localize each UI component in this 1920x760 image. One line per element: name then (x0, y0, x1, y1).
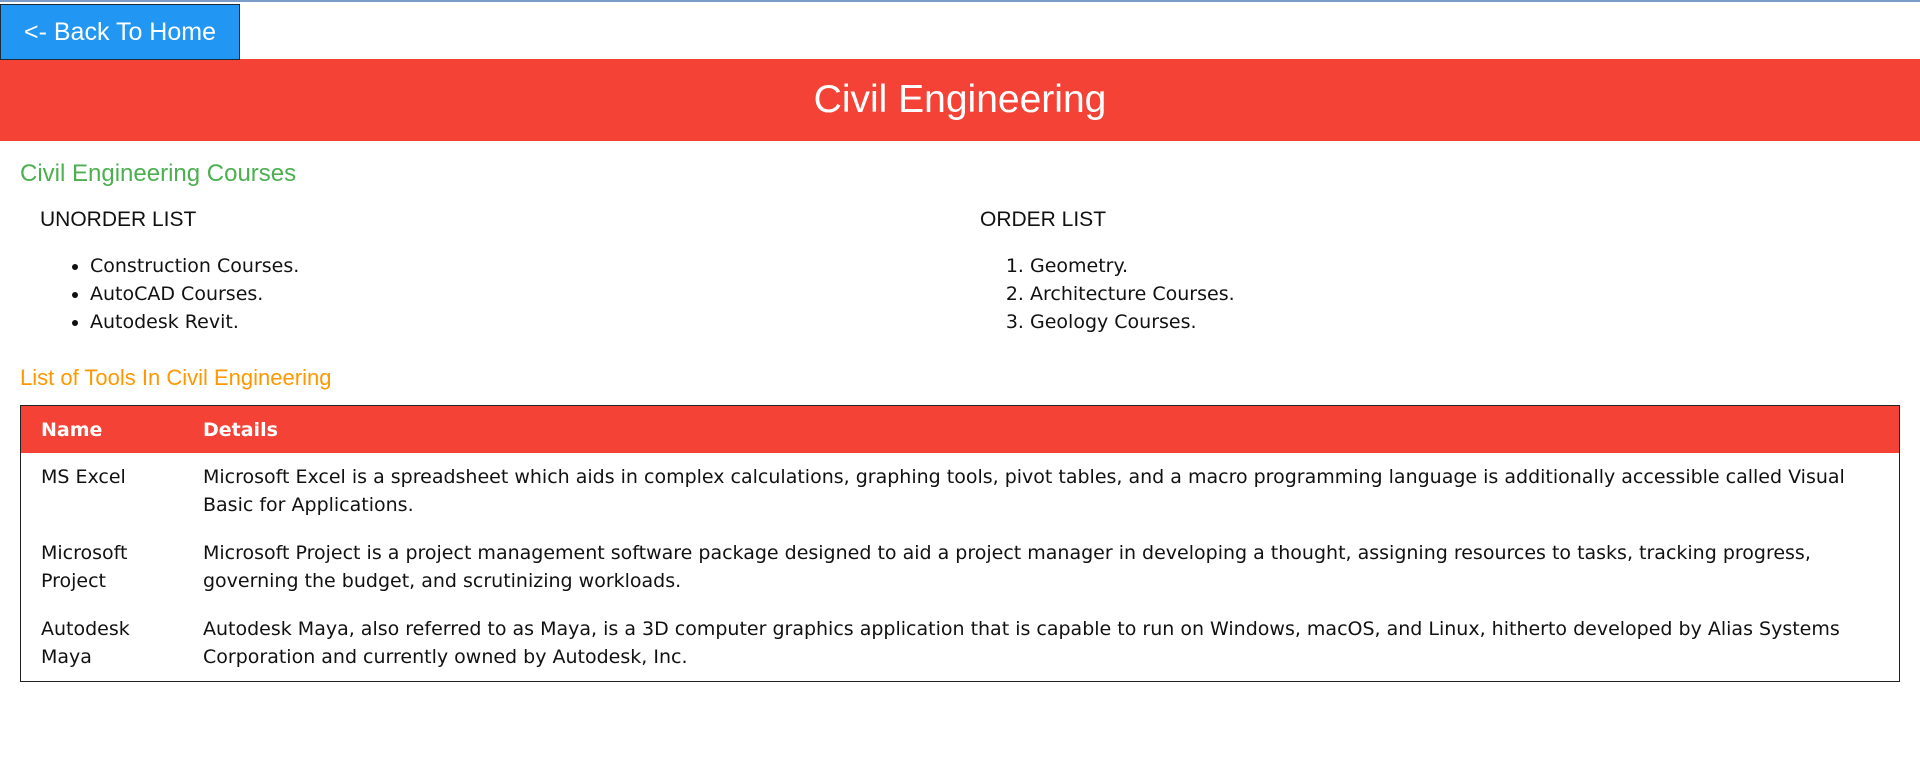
list-item: Architecture Courses. (1030, 280, 1880, 308)
top-bar: <- Back To Home (0, 2, 1920, 60)
list-item: Geometry. (1030, 252, 1880, 280)
list-item: Construction Courses. (90, 252, 940, 280)
ordered-list-title: ORDER LIST (980, 208, 1107, 231)
table-row: Autodesk Maya Autodesk Maya, also referr… (21, 605, 1900, 682)
unordered-list-title: UNORDER LIST (40, 208, 197, 231)
unordered-list: Construction Courses. AutoCAD Courses. A… (40, 252, 940, 336)
ordered-list-section: ORDER LIST Geometry. Architecture Course… (940, 208, 1880, 336)
tool-details: Microsoft Project is a project managemen… (203, 542, 1811, 592)
tool-details: Microsoft Excel is a spreadsheet which a… (203, 466, 1845, 516)
table-header-row: Name Details (20, 405, 1900, 453)
page-title: Civil Engineering (813, 78, 1107, 121)
tool-name: Microsoft Project (41, 542, 128, 592)
tools-table: Name Details MS Excel Microsoft Excel is… (20, 405, 1900, 682)
tool-name: MS Excel (41, 466, 126, 488)
list-item: Autodesk Revit. (90, 308, 940, 336)
table-row: MS Excel Microsoft Excel is a spreadshee… (21, 453, 1900, 529)
course-lists: UNORDER LIST Construction Courses. AutoC… (0, 208, 1920, 336)
column-header-details: Details (183, 405, 1900, 453)
tools-heading: List of Tools In Civil Engineering (20, 365, 332, 390)
tool-name: Autodesk Maya (41, 618, 130, 668)
ordered-list: Geometry. Architecture Courses. Geology … (980, 252, 1880, 336)
unordered-list-section: UNORDER LIST Construction Courses. AutoC… (0, 208, 940, 336)
table-row: Microsoft Project Microsoft Project is a… (21, 529, 1900, 605)
tool-details: Autodesk Maya, also referred to as Maya,… (203, 618, 1840, 668)
list-item: AutoCAD Courses. (90, 280, 940, 308)
courses-heading: Civil Engineering Courses (20, 160, 297, 187)
list-item: Geology Courses. (1030, 308, 1880, 336)
column-header-name: Name (20, 405, 183, 453)
back-to-home-button[interactable]: <- Back To Home (0, 4, 240, 60)
page-banner: Civil Engineering (0, 59, 1920, 141)
